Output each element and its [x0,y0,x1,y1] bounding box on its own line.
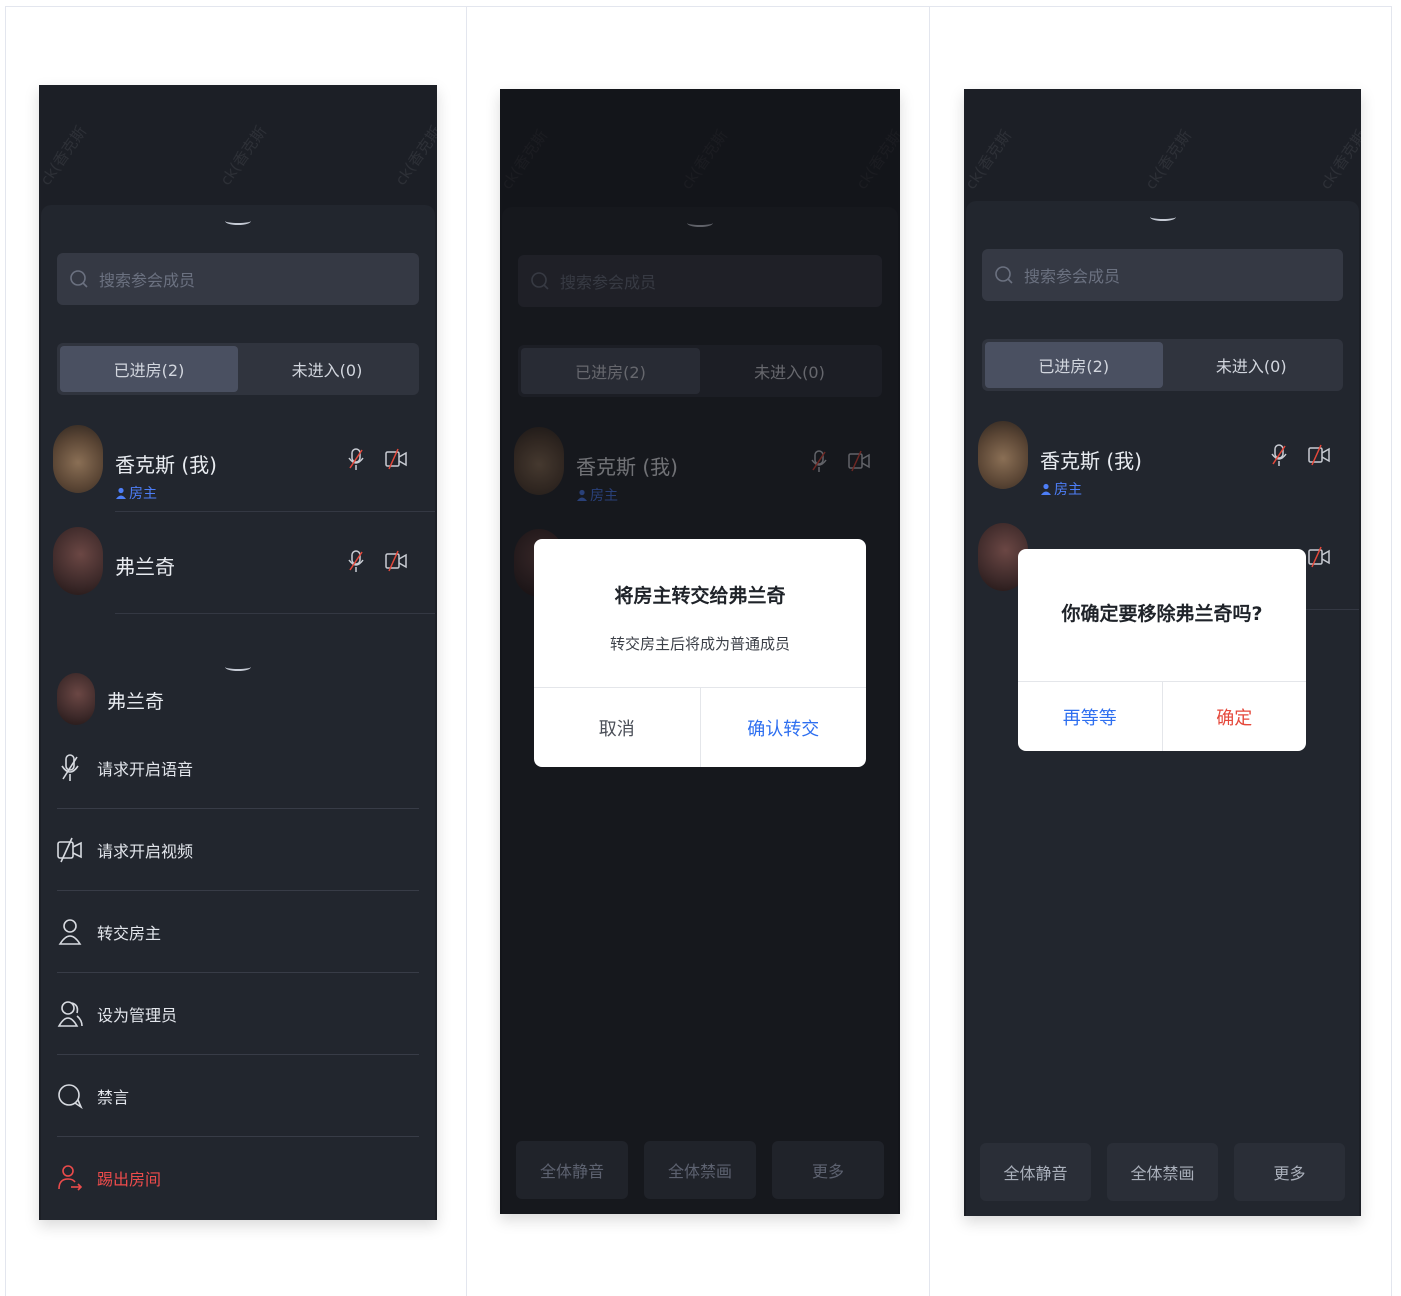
search-icon [995,266,1013,284]
member-tabs: 已进房(2) 未进入(0) [982,339,1343,391]
transfer-host-action[interactable]: 转交房主 [57,891,419,973]
action-sheet-header: 弗兰奇 [57,673,419,725]
watermark: ck(香克斯 ck(香克斯 ck(香克斯 [39,123,437,205]
set-admin-action[interactable]: 设为管理员 [57,973,419,1055]
watermark-text: ck(香克斯 [391,122,437,189]
phone-screen-member-actions: ck(香克斯 ck(香克斯 ck(香克斯 搜索参会成员 已进房(2) 未进入(0… [39,85,437,1220]
remove-member-dialog: 你确定要移除弗兰奇吗? 再等等 确定 [1018,549,1306,751]
search-icon [70,270,88,288]
screen-cell-3: ck(香克斯 ck(香克斯 ck(香克斯 搜索参会成员 已进房(2) 未进入(0… [930,6,1392,1296]
search-placeholder: 搜索参会成员 [99,271,196,290]
watermark-text: ck(香克斯 [1316,126,1361,193]
screen-cell-1: ck(香克斯 ck(香克斯 ck(香克斯 搜索参会成员 已进房(2) 未进入(0… [5,6,467,1296]
action-label: 请求开启语音 [97,759,194,779]
role-badge: 房主 [1040,479,1082,499]
member-name: 弗兰奇 [107,691,165,713]
request-audio-action[interactable]: 请求开启语音 [57,727,419,809]
action-label: 转交房主 [97,923,162,943]
bottom-toolbar: 全体静音 全体禁画 更多 [980,1143,1345,1201]
member-row[interactable]: 弗兰奇 [53,527,435,627]
divider [115,613,435,614]
kick-user-icon [58,1165,83,1191]
avatar [57,673,95,725]
mic-muted-icon[interactable] [345,447,367,471]
action-list: 请求开启语音 请求开启视频 转交房主 设为管理员 禁言 踢出房间 [57,727,419,1220]
avatar [53,527,103,595]
role-badge: 房主 [115,483,157,503]
watermark: ck(香克斯 ck(香克斯 ck(香克斯 [964,127,1361,209]
dialog-title: 你确定要移除弗兰奇吗? [1061,603,1263,625]
bottom-toolbar: 全体静音 全体禁画 更多 [516,1141,884,1199]
action-label: 禁言 [97,1087,130,1107]
more-button[interactable]: 更多 [1234,1143,1345,1201]
watermark-text: ck(香克斯 [39,122,91,189]
screen-cell-2: ck(香克斯 ck(香克斯 ck(香克斯 搜索参会成员 已进房(2) 未进入(0… [467,6,930,1296]
avatar [53,425,103,493]
member-list-sheet: 搜索参会成员 已进房(2) 未进入(0) 香克斯 (我) 房主 弗兰奇 弗兰奇 … [41,205,435,1220]
mic-muted-icon[interactable] [1268,443,1290,467]
dialog-buttons: 再等等 确定 [1018,681,1306,751]
confirm-transfer-button[interactable]: 确认转交 [699,688,867,767]
cancel-button[interactable]: 取消 [534,688,700,767]
watermark-text: ck(香克斯 [216,122,271,189]
camera-off-icon[interactable] [385,549,407,573]
disable-all-video-button[interactable]: 全体禁画 [1107,1143,1218,1201]
wait-button[interactable]: 再等等 [1018,682,1162,751]
member-name: 香克斯 (我) [1040,449,1142,473]
sheet-handle[interactable] [225,217,251,225]
camera-off-icon[interactable] [1308,443,1330,467]
dialog-buttons: 取消 确认转交 [534,687,866,767]
avatar [978,421,1028,489]
mute-all-button[interactable]: 全体静音 [516,1141,628,1199]
action-label: 请求开启视频 [97,841,194,861]
camera-off-icon[interactable] [385,447,407,471]
divider [115,511,435,512]
camera-off-icon[interactable] [1308,545,1330,569]
disable-all-video-button[interactable]: 全体禁画 [644,1141,756,1199]
member-row[interactable]: 香克斯 (我) 房主 [978,421,1359,521]
tab-joined[interactable]: 已进房(2) [60,346,238,392]
transfer-host-dialog: 将房主转交给弗兰奇 转交房主后将成为普通成员 取消 确认转交 [534,539,866,767]
role-label: 房主 [129,486,157,502]
sheet-handle[interactable] [1149,213,1176,221]
member-row[interactable]: 香克斯 (我) 房主 [53,425,435,525]
person-icon [116,487,126,499]
more-button[interactable]: 更多 [772,1141,884,1199]
search-input[interactable]: 搜索参会成员 [982,249,1343,301]
tab-not-joined[interactable]: 未进入(0) [1163,342,1341,388]
mute-all-button[interactable]: 全体静音 [980,1143,1091,1201]
dialog-title: 将房主转交给弗兰奇 [614,585,786,607]
users-icon [57,1000,83,1027]
request-video-action[interactable]: 请求开启视频 [57,809,419,891]
search-input[interactable]: 搜索参会成员 [57,253,419,305]
phone-screen-remove-dialog: ck(香克斯 ck(香克斯 ck(香克斯 搜索参会成员 已进房(2) 未进入(0… [964,89,1361,1216]
member-tabs: 已进房(2) 未进入(0) [57,343,419,395]
member-name: 弗兰奇 [115,555,175,579]
search-placeholder: 搜索参会成员 [1024,267,1121,286]
phone-screen-transfer-dialog: ck(香克斯 ck(香克斯 ck(香克斯 搜索参会成员 已进房(2) 未进入(0… [500,89,900,1214]
action-sheet-handle[interactable] [225,663,251,671]
member-name: 香克斯 (我) [115,453,217,477]
action-label: 踢出房间 [97,1170,162,1189]
camera-request-icon [57,837,82,862]
watermark-text: ck(香克斯 [1141,126,1196,193]
kick-out-action[interactable]: 踢出房间 [57,1137,419,1219]
role-label: 房主 [1054,482,1082,498]
action-label: 设为管理员 [97,1005,178,1025]
tab-joined[interactable]: 已进房(2) [985,342,1163,388]
watermark-text: ck(香克斯 [964,126,1016,193]
person-icon [1041,483,1051,495]
tab-not-joined[interactable]: 未进入(0) [238,346,416,392]
mute-chat-action[interactable]: 禁言 [57,1055,419,1137]
chat-bubble-icon [58,1083,83,1109]
mic-muted-icon[interactable] [345,549,367,573]
user-icon [58,918,82,945]
dialog-message: 转交房主后将成为普通成员 [609,635,790,653]
mic-request-icon [61,753,79,781]
confirm-remove-button[interactable]: 确定 [1161,682,1307,751]
